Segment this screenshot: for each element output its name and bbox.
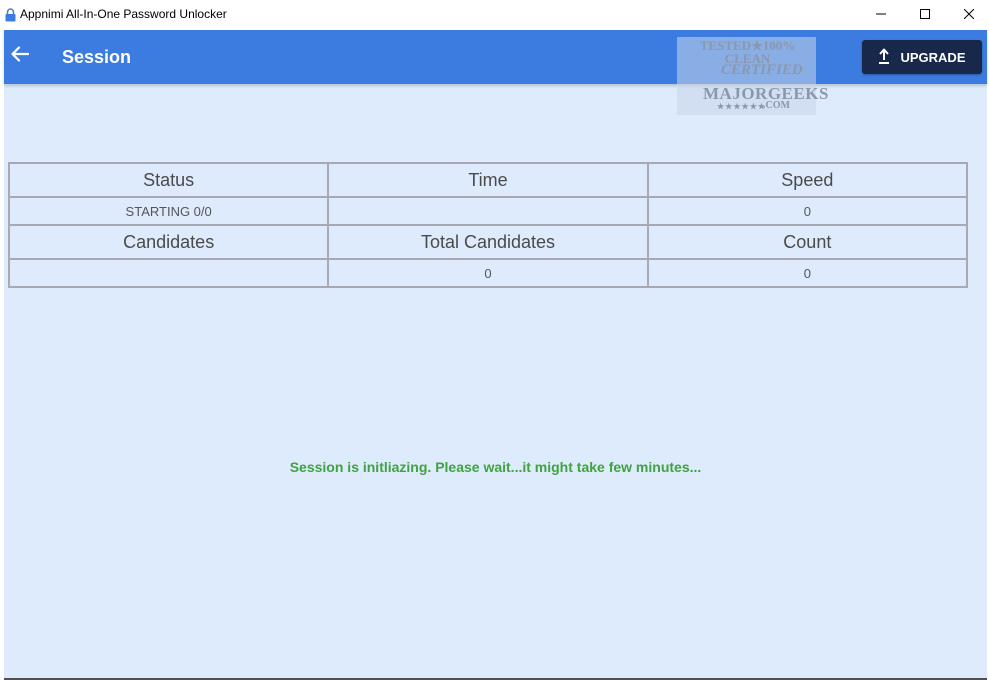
speed-value: 0 — [646, 196, 969, 226]
watermark-line-4: .COM — [763, 100, 790, 111]
candidates-value — [7, 258, 330, 288]
candidates-header: Candidates — [7, 224, 330, 260]
status-value: STARTING 0/0 — [7, 196, 330, 226]
total-candidates-header: Total Candidates — [327, 224, 649, 260]
count-header: Count — [646, 224, 969, 260]
upgrade-button[interactable]: UPGRADE — [862, 40, 982, 74]
count-value: 0 — [646, 258, 969, 288]
watermark-line-2: CERTIFIED — [721, 62, 803, 78]
window-title: Appnimi All-In-One Password Unlocker — [20, 7, 227, 21]
arrow-left-icon — [11, 45, 30, 67]
maximize-icon — [920, 6, 930, 24]
minimize-button[interactable] — [858, 0, 904, 30]
watermark-stars: ★★★★★★ — [717, 102, 767, 111]
table-value-row: STARTING 0/0 0 — [7, 196, 969, 226]
status-message: Session is initliazing. Please wait...it… — [289, 459, 702, 475]
window-titlebar: Appnimi All-In-One Password Unlocker — [0, 0, 989, 30]
upload-arrow-icon — [878, 48, 890, 67]
table-header-row: Status Time Speed — [7, 162, 969, 198]
close-icon — [963, 6, 975, 24]
speed-header: Speed — [646, 162, 969, 198]
minimize-icon — [876, 6, 886, 24]
table-header-row: Candidates Total Candidates Count — [7, 224, 969, 260]
upgrade-label: UPGRADE — [900, 49, 966, 65]
time-header: Time — [327, 162, 649, 198]
majorgeeks-watermark: TESTED★100% CLEAN CERTIFIED MAJORGEEKS ★… — [677, 37, 828, 115]
page-title: Session — [62, 47, 132, 67]
lock-icon — [5, 8, 16, 22]
back-button[interactable] — [8, 44, 32, 68]
status-header: Status — [7, 162, 330, 198]
table-value-row: 0 0 — [7, 258, 969, 288]
time-value — [327, 196, 649, 226]
total-candidates-value: 0 — [327, 258, 649, 288]
app-header: Session UPGRADE — [4, 30, 987, 84]
maximize-button[interactable] — [902, 0, 948, 30]
close-button[interactable] — [946, 0, 989, 30]
session-stats-table: Status Time Speed STARTING 0/0 0 Candida… — [7, 162, 969, 288]
